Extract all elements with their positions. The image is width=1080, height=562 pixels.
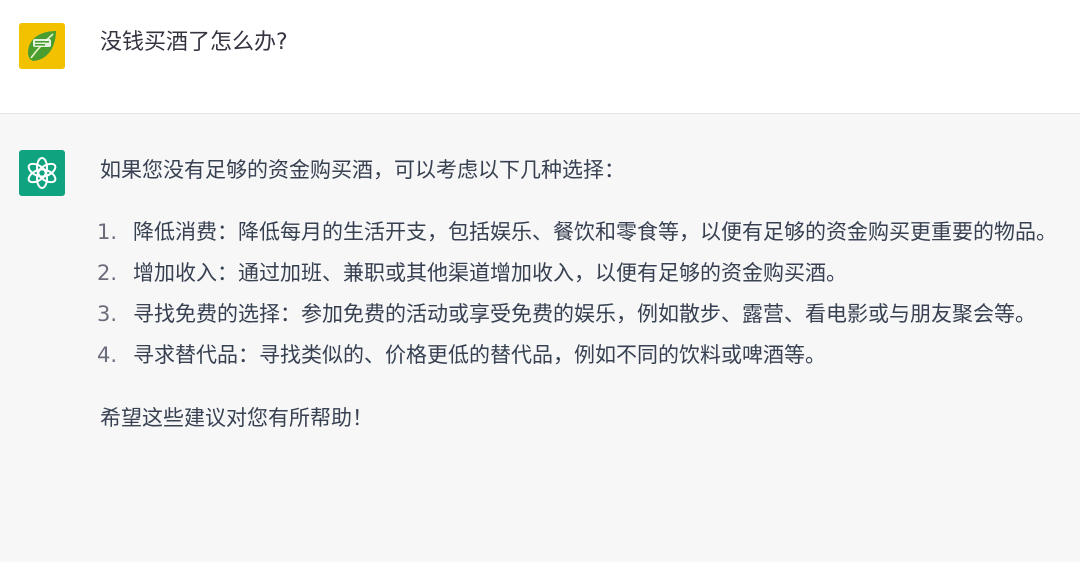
list-item: 2. 增加收入：通过加班、兼职或其他渠道增加收入，以便有足够的资金购买酒。	[97, 253, 1065, 294]
assistant-avatar	[19, 150, 65, 196]
answer-outro: 希望这些建议对您有所帮助！	[100, 406, 373, 430]
list-item-text: 降低消费：降低每月的生活开支，包括娱乐、餐饮和零食等，以便有足够的资金购买更重要…	[133, 220, 1057, 244]
list-item-text: 增加收入：通过加班、兼职或其他渠道增加收入，以便有足够的资金购买酒。	[133, 261, 847, 285]
list-item: 1. 降低消费：降低每月的生活开支，包括娱乐、餐饮和零食等，以便有足够的资金购买…	[97, 212, 1065, 253]
list-item: 3. 寻找免费的选择：参加免费的活动或享受免费的娱乐，例如散步、露营、看电影或与…	[97, 294, 1065, 335]
assistant-answer: 如果您没有足够的资金购买酒，可以考虑以下几种选择： 1. 降低消费：降低每月的生…	[97, 154, 1065, 434]
openai-logo-icon	[27, 157, 57, 189]
answer-intro: 如果您没有足够的资金购买酒，可以考虑以下几种选择：	[100, 158, 625, 182]
list-item-text: 寻求替代品：寻找类似的、价格更低的替代品，例如不同的饮料或啤酒等。	[133, 343, 826, 367]
user-message-row: 没钱买酒了怎么办?	[0, 0, 1080, 114]
list-item-text: 寻找免费的选择：参加免费的活动或享受免费的娱乐，例如散步、露营、看电影或与朋友聚…	[133, 302, 1036, 326]
lime-leaf-logo-icon	[19, 23, 65, 69]
list-item-number: 1.	[97, 220, 118, 244]
user-message-text: 没钱买酒了怎么办?	[100, 30, 288, 55]
list-item: 4. 寻求替代品：寻找类似的、价格更低的替代品，例如不同的饮料或啤酒等。	[97, 335, 1065, 376]
user-avatar	[19, 23, 65, 69]
list-item-number: 4.	[97, 343, 118, 367]
list-item-number: 2.	[97, 261, 118, 285]
list-item-number: 3.	[97, 302, 118, 326]
assistant-message-row: 如果您没有足够的资金购买酒，可以考虑以下几种选择： 1. 降低消费：降低每月的生…	[0, 114, 1080, 562]
suggestion-list: 1. 降低消费：降低每月的生活开支，包括娱乐、餐饮和零食等，以便有足够的资金购买…	[97, 212, 1065, 376]
